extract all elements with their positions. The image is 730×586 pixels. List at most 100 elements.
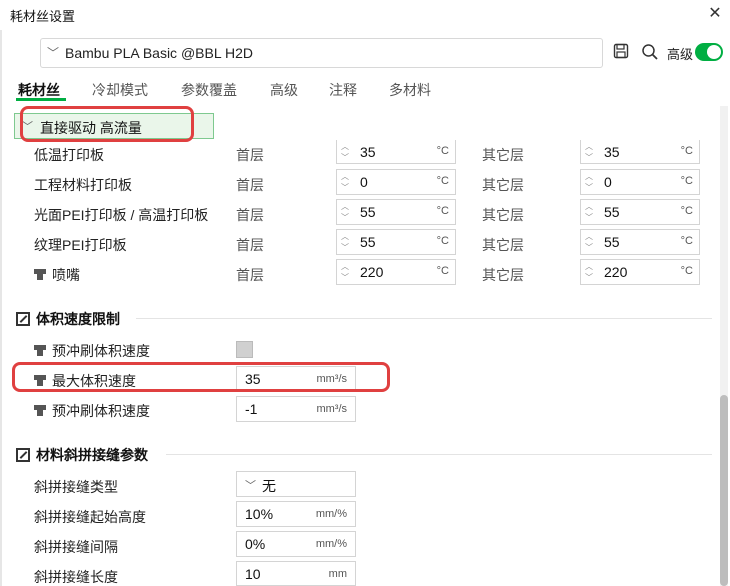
stepper-arrows-icon[interactable]: ︿ ﹀ [585, 261, 595, 283]
plate-label: 光面PEI打印板 / 高温打印板 [34, 207, 209, 223]
unit-label: °C [680, 145, 693, 157]
save-icon[interactable] [613, 43, 629, 59]
other-layers-temp-input[interactable]: ︿ ﹀ 35 °C [580, 140, 700, 164]
divider [166, 454, 712, 455]
other-layers-label: 其它层 [482, 177, 524, 193]
prime-volume2-row-label: 预冲刷体积速度 [34, 401, 150, 421]
stepper-arrows-icon[interactable]: ︿ ﹀ [341, 201, 351, 223]
left-edge [0, 30, 2, 586]
stepper-arrows-icon[interactable]: ︿ ﹀ [585, 171, 595, 193]
input-value: 10% [245, 506, 274, 522]
tab-advanced[interactable]: 高级 [270, 80, 298, 100]
nozzle-icon [34, 405, 46, 417]
stepper-arrows-icon[interactable]: ︿ ﹀ [341, 141, 351, 163]
unit-label: °C [436, 235, 449, 247]
first-layer-temp-input[interactable]: ︿ ﹀ 35 °C [336, 140, 456, 164]
section-title-text: 体积速度限制 [36, 311, 120, 327]
input-value: 55 [604, 204, 620, 220]
unit-label: °C [436, 205, 449, 217]
window-title: 耗材丝设置 [10, 9, 76, 24]
tab-filament[interactable]: 耗材丝 [18, 80, 60, 100]
stepper-arrows-icon[interactable]: ︿ ﹀ [341, 231, 351, 253]
section-title-text: 材料斜拼接缝参数 [36, 447, 148, 463]
nozzle-first-layer-input[interactable]: ︿ ﹀ 220 °C [336, 259, 456, 285]
scarf-gap-label: 斜拼接缝间隔 [34, 539, 118, 555]
first-layer-label: 首层 [236, 147, 264, 163]
stepper-arrows-icon[interactable]: ︿ ﹀ [585, 231, 595, 253]
title-bar: 耗材丝设置 ✕ [0, 0, 730, 30]
nozzle-other-layers-input[interactable]: ︿ ﹀ 220 °C [580, 259, 700, 285]
prime-volume2-label: 预冲刷体积速度 [52, 403, 150, 419]
unit-label: °C [436, 145, 449, 157]
input-value: 55 [360, 204, 376, 220]
stepper-arrows-icon[interactable]: ︿ ﹀ [585, 201, 595, 223]
scarf-section-title: 材料斜拼接缝参数 [16, 445, 148, 465]
chevron-down-icon: ﹀ [245, 480, 256, 492]
scarf-gap-input[interactable]: 0% mm/% [236, 531, 356, 557]
close-icon[interactable]: ✕ [702, 2, 728, 28]
stepper-arrows-icon[interactable]: ︿ ﹀ [585, 141, 595, 163]
nozzle-label: 喷嘴 [52, 267, 80, 283]
other-layers-temp-input[interactable]: ︿ ﹀ 55 °C [580, 199, 700, 225]
input-value: 0% [245, 536, 266, 552]
scarf-start-height-label: 斜拼接缝起始高度 [34, 509, 146, 525]
input-value: 0 [604, 174, 612, 190]
prime-volume-checkbox[interactable] [236, 341, 253, 358]
tab-multimaterial[interactable]: 多材料 [389, 80, 431, 100]
edit-icon [16, 448, 30, 462]
tab-bar: 耗材丝 冷却模式 参数覆盖 高级 注释 多材料 [0, 76, 730, 104]
scarf-type-select[interactable]: ﹀ 无 [236, 471, 356, 497]
unit-label: °C [680, 175, 693, 187]
volume-section-title: 体积速度限制 [16, 309, 120, 329]
nozzle-icon [34, 345, 46, 357]
prime-volume-input[interactable]: -1 mm³/s [236, 396, 356, 422]
chevron-down-icon: ﹀ [47, 46, 60, 60]
tab-notes[interactable]: 注释 [329, 80, 357, 100]
first-layer-label: 首层 [236, 237, 264, 253]
other-layers-temp-input[interactable]: ︿ ﹀ 55 °C [580, 229, 700, 255]
prime-volume-label: 预冲刷体积速度 [52, 343, 150, 359]
unit-label: mm [328, 568, 347, 580]
plate-label: 工程材料打印板 [34, 177, 132, 193]
tab-cooling[interactable]: 冷却模式 [92, 80, 148, 100]
highlight-box-group [20, 106, 194, 142]
select-value: 无 [262, 478, 276, 494]
input-value: -1 [245, 401, 258, 417]
first-layer-temp-input[interactable]: ︿ ﹀ 55 °C [336, 229, 456, 255]
first-layer-temp-input[interactable]: ︿ ﹀ 55 °C [336, 199, 456, 225]
scrollbar-thumb[interactable] [720, 395, 728, 586]
other-layers-label: 其它层 [482, 267, 524, 283]
stepper-arrows-icon[interactable]: ︿ ﹀ [341, 261, 351, 283]
first-layer-label: 首层 [236, 267, 264, 283]
nozzle-row-label: 喷嘴 [34, 265, 80, 285]
other-layers-temp-input[interactable]: ︿ ﹀ 0 °C [580, 169, 700, 195]
active-tab-indicator [16, 98, 66, 101]
input-value: 55 [360, 234, 376, 250]
other-layers-label: 其它层 [482, 207, 524, 223]
other-layers-label: 其它层 [482, 237, 524, 253]
unit-label: mm³/s [316, 403, 347, 415]
search-icon[interactable] [641, 43, 659, 61]
plate-label: 低温打印板 [34, 147, 104, 163]
input-value: 55 [604, 234, 620, 250]
plate-label: 纹理PEI打印板 [34, 237, 127, 253]
stepper-arrows-icon[interactable]: ︿ ﹀ [341, 171, 351, 193]
input-value: 0 [360, 174, 368, 190]
scarf-start-height-input[interactable]: 10% mm/% [236, 501, 356, 527]
preset-name: Bambu PLA Basic @BBL H2D [65, 45, 254, 61]
advanced-toggle[interactable] [695, 43, 723, 61]
input-value: 10 [245, 566, 261, 582]
scarf-length-input[interactable]: 10 mm [236, 561, 356, 586]
preset-dropdown[interactable]: ﹀ Bambu PLA Basic @BBL H2D [40, 38, 603, 68]
scarf-length-label: 斜拼接缝长度 [34, 569, 118, 585]
prime-volume-row-label: 预冲刷体积速度 [34, 341, 150, 361]
edit-icon [16, 312, 30, 326]
first-layer-temp-input[interactable]: ︿ ﹀ 0 °C [336, 169, 456, 195]
unit-label: mm/% [315, 538, 347, 550]
unit-label: °C [680, 205, 693, 217]
unit-label: °C [680, 235, 693, 247]
input-value: 220 [360, 264, 384, 280]
tab-overrides[interactable]: 参数覆盖 [181, 80, 237, 100]
divider [136, 318, 712, 319]
toggle-knob [707, 45, 721, 59]
